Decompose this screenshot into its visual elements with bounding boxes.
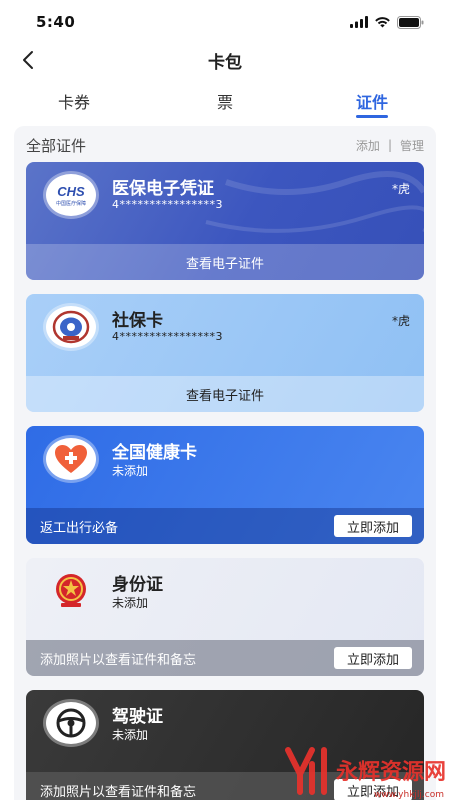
card-title: 驾驶证	[112, 707, 163, 727]
tab-label: 证件	[356, 93, 389, 112]
card-title: 医保电子凭证	[112, 179, 214, 199]
section-actions: 添加 | 管理	[356, 137, 424, 154]
social-security-emblem-icon	[52, 310, 90, 344]
watermark-text: 永辉资源网	[335, 760, 446, 785]
social-security-card[interactable]: 社保卡 4****************3 *虎 查看电子证件	[26, 294, 424, 412]
section-header: 全部证件 添加 | 管理	[26, 134, 424, 156]
card-number: 4****************3	[112, 198, 223, 211]
footer-note: 添加照片以查看证件和备忘	[40, 652, 197, 668]
chs-logo: CHS 中国医疗保障	[46, 174, 96, 216]
tab-label: 卡券	[58, 93, 91, 112]
chs-logo-mark: CHS	[57, 184, 85, 199]
manage-documents-link[interactable]: 管理	[400, 137, 424, 154]
footer-note: 添加照片以查看证件和备忘	[40, 784, 197, 800]
status-bar: 5:40	[0, 0, 450, 44]
card-status: 未添加	[112, 596, 149, 610]
nav-bar: 卡包	[0, 44, 450, 76]
card-footer: 添加照片以查看证件和备忘 立即添加	[26, 640, 424, 676]
card-number: 4****************3	[112, 330, 223, 343]
chs-logo-caption: 中国医疗保障	[56, 200, 86, 207]
tab-documents[interactable]: 证件	[356, 84, 389, 118]
status-icons	[350, 15, 424, 29]
wifi-icon	[375, 17, 390, 28]
tab-bar: 卡券 票 证件	[0, 84, 450, 118]
status-time: 5:40	[36, 13, 76, 31]
card-status: 未添加	[112, 728, 149, 742]
card-holder-name: *虎	[391, 314, 410, 328]
battery-icon	[397, 15, 424, 29]
back-button[interactable]	[14, 46, 42, 74]
card-footer: 返工出行必备 立即添加	[26, 508, 424, 544]
driver-license-logo	[46, 702, 96, 744]
add-document-link[interactable]: 添加	[356, 137, 380, 154]
add-id-card-button[interactable]: 立即添加	[334, 647, 412, 669]
button-label: 立即添加	[346, 652, 399, 668]
documents-panel: 全部证件 添加 | 管理 CHS 中国医疗保障 医保电子凭证 4********…	[14, 126, 436, 800]
medical-insurance-card[interactable]: CHS 中国医疗保障 医保电子凭证 4****************3 *虎 …	[26, 162, 424, 280]
health-card-logo	[46, 438, 96, 480]
watermark: 永辉资源网	[280, 744, 446, 796]
card-title: 社保卡	[112, 311, 163, 331]
section-title: 全部证件	[26, 136, 87, 155]
national-emblem-logo	[46, 570, 96, 612]
button-label: 立即添加	[346, 520, 399, 536]
action-separator: |	[387, 138, 392, 152]
view-social-card-button[interactable]: 查看电子证件	[26, 376, 424, 412]
card-title: 全国健康卡	[112, 443, 197, 463]
tab-coupons[interactable]: 卡券	[58, 84, 90, 118]
card-status: 未添加	[112, 464, 149, 478]
health-card[interactable]: 全国健康卡 未添加 返工出行必备 立即添加	[26, 426, 424, 544]
view-medical-card-button[interactable]: 查看电子证件	[26, 244, 424, 280]
steering-wheel-icon	[56, 708, 86, 738]
chevron-left-icon	[23, 51, 33, 69]
cellular-signal-icon	[350, 16, 368, 28]
footer-note: 返工出行必备	[40, 520, 119, 536]
social-security-logo	[46, 306, 96, 348]
national-emblem-icon	[56, 574, 86, 607]
watermark-logo-icon	[284, 747, 327, 795]
chs-logo-icon: CHS 中国医疗保障	[56, 184, 86, 207]
active-tab-indicator	[356, 115, 389, 118]
footer-label: 查看电子证件	[185, 256, 264, 272]
tab-tickets[interactable]: 票	[217, 84, 233, 118]
tab-label: 票	[217, 93, 234, 112]
footer-label: 查看电子证件	[185, 388, 264, 404]
card-holder-name: *虎	[391, 182, 410, 196]
card-title: 身份证	[112, 575, 163, 595]
id-card[interactable]: 身份证 未添加 添加照片以查看证件和备忘 立即添加	[26, 558, 424, 676]
watermark-url: www.yhkjlj.com	[374, 790, 444, 800]
add-health-card-button[interactable]: 立即添加	[334, 515, 412, 537]
page-title: 卡包	[208, 52, 242, 73]
heart-plus-icon	[55, 445, 87, 473]
